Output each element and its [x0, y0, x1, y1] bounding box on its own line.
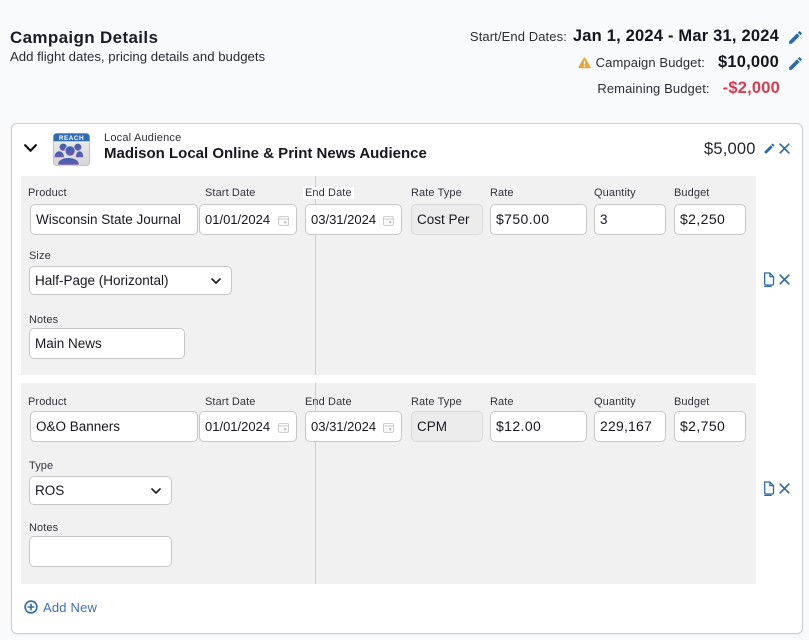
svg-text:REACH: REACH: [59, 135, 84, 142]
